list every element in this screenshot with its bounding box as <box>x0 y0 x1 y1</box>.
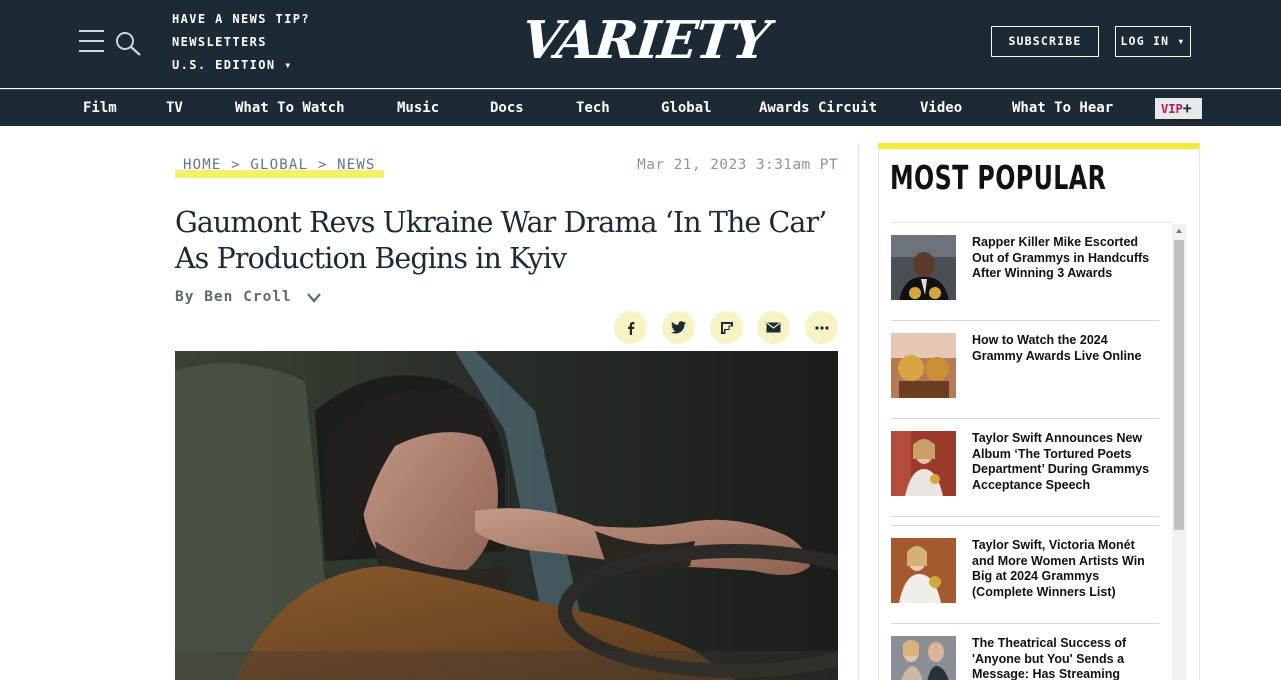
news-tip-link[interactable]: HAVE A NEWS TIP? <box>172 11 310 34</box>
nav-item-video[interactable]: Video <box>920 90 962 127</box>
nav-item-tech[interactable]: Tech <box>576 90 610 127</box>
most-popular-title: MOST POPULAR <box>890 158 1107 197</box>
hamburger-menu-icon[interactable] <box>79 30 104 52</box>
login-button[interactable]: LOG IN ▾ <box>1115 26 1191 57</box>
breadcrumb: HOME > GLOBAL > NEWS <box>175 156 384 178</box>
breadcrumb-news[interactable]: NEWS <box>337 157 376 173</box>
main-nav: Film TV What To Watch Music Docs Tech Gl… <box>0 89 1281 126</box>
divider <box>891 222 1171 223</box>
nav-item-what-to-hear[interactable]: What To Hear <box>1012 90 1113 127</box>
logo-text: VARIETY <box>518 10 771 71</box>
nav-item-film[interactable]: Film <box>83 90 117 127</box>
nav-item-what-to-watch[interactable]: What To Watch <box>235 90 345 127</box>
breadcrumb-separator: > <box>231 157 251 173</box>
flipboard-icon <box>720 321 733 334</box>
divider <box>891 623 1159 624</box>
share-facebook-button[interactable] <box>614 311 647 344</box>
facebook-icon <box>627 321 634 335</box>
vip-label: VIP <box>1161 102 1183 116</box>
share-more-button[interactable] <box>805 311 838 344</box>
nav-item-tv[interactable]: TV <box>166 90 183 127</box>
popular-item-title: Taylor Swift Announces New Album ‘The To… <box>972 431 1150 492</box>
scroll-up-arrow-icon[interactable] <box>1174 226 1184 236</box>
hero-photo <box>175 351 838 680</box>
popular-item-thumbnail <box>891 235 956 300</box>
search-icon[interactable] <box>114 30 142 56</box>
popular-item-title: Rapper Killer Mike Escorted Out of Gramm… <box>972 235 1150 280</box>
site-header: HAVE A NEWS TIP? NEWSLETTERS U.S. EDITIO… <box>0 0 1281 88</box>
breadcrumb-separator: > <box>317 157 338 173</box>
variety-logo[interactable]: VARIETY <box>519 8 771 74</box>
share-flipboard-button[interactable] <box>710 311 743 344</box>
twitter-icon <box>671 321 686 334</box>
popular-item-thumbnail <box>891 636 956 680</box>
article-headline: Gaumont Revs Ukraine War Drama ‘In The C… <box>175 206 827 275</box>
author-name: By Ben Croll <box>175 289 292 305</box>
subscribe-button[interactable]: SUBSCRIBE <box>991 26 1099 57</box>
share-twitter-button[interactable] <box>662 311 695 344</box>
chevron-down-icon <box>306 293 321 303</box>
column-divider <box>858 143 859 680</box>
share-email-button[interactable] <box>757 311 790 344</box>
vip-plus: + <box>1182 99 1192 117</box>
divider <box>891 320 1159 321</box>
popular-item-title: How to Watch the 2024 Grammy Awards Live… <box>972 333 1142 363</box>
popular-item-title: The Theatrical Success of 'Anyone but Yo… <box>972 636 1127 680</box>
nav-item-music[interactable]: Music <box>397 90 439 127</box>
breadcrumb-global[interactable]: GLOBAL <box>250 157 308 173</box>
more-icon <box>814 325 829 330</box>
header-links: HAVE A NEWS TIP? NEWSLETTERS U.S. EDITIO… <box>172 11 310 80</box>
popular-item-thumbnail <box>891 431 956 496</box>
article-date: Mar 21, 2023 3:31am PT <box>637 157 838 173</box>
email-icon <box>766 322 781 333</box>
breadcrumb-home[interactable]: HOME <box>183 157 222 173</box>
author-byline[interactable]: By Ben Croll <box>175 289 322 305</box>
newsletters-link[interactable]: NEWSLETTERS <box>172 34 310 57</box>
article-hero-image <box>175 351 838 680</box>
divider <box>891 525 1159 526</box>
popular-item-title: Taylor Swift, Victoria Monét and More Wo… <box>972 538 1145 599</box>
scrollbar-thumb[interactable] <box>1174 240 1184 530</box>
nav-item-global[interactable]: Global <box>661 90 712 127</box>
divider <box>891 516 1159 517</box>
popular-item-thumbnail <box>891 333 956 398</box>
divider <box>891 418 1159 419</box>
edition-selector[interactable]: U.S. EDITION ▾ <box>172 57 310 80</box>
nav-item-awards-circuit[interactable]: Awards Circuit <box>759 90 877 127</box>
popular-item-thumbnail <box>891 538 956 603</box>
vip-button[interactable]: VIP+ <box>1155 98 1202 119</box>
nav-item-docs[interactable]: Docs <box>490 90 524 127</box>
